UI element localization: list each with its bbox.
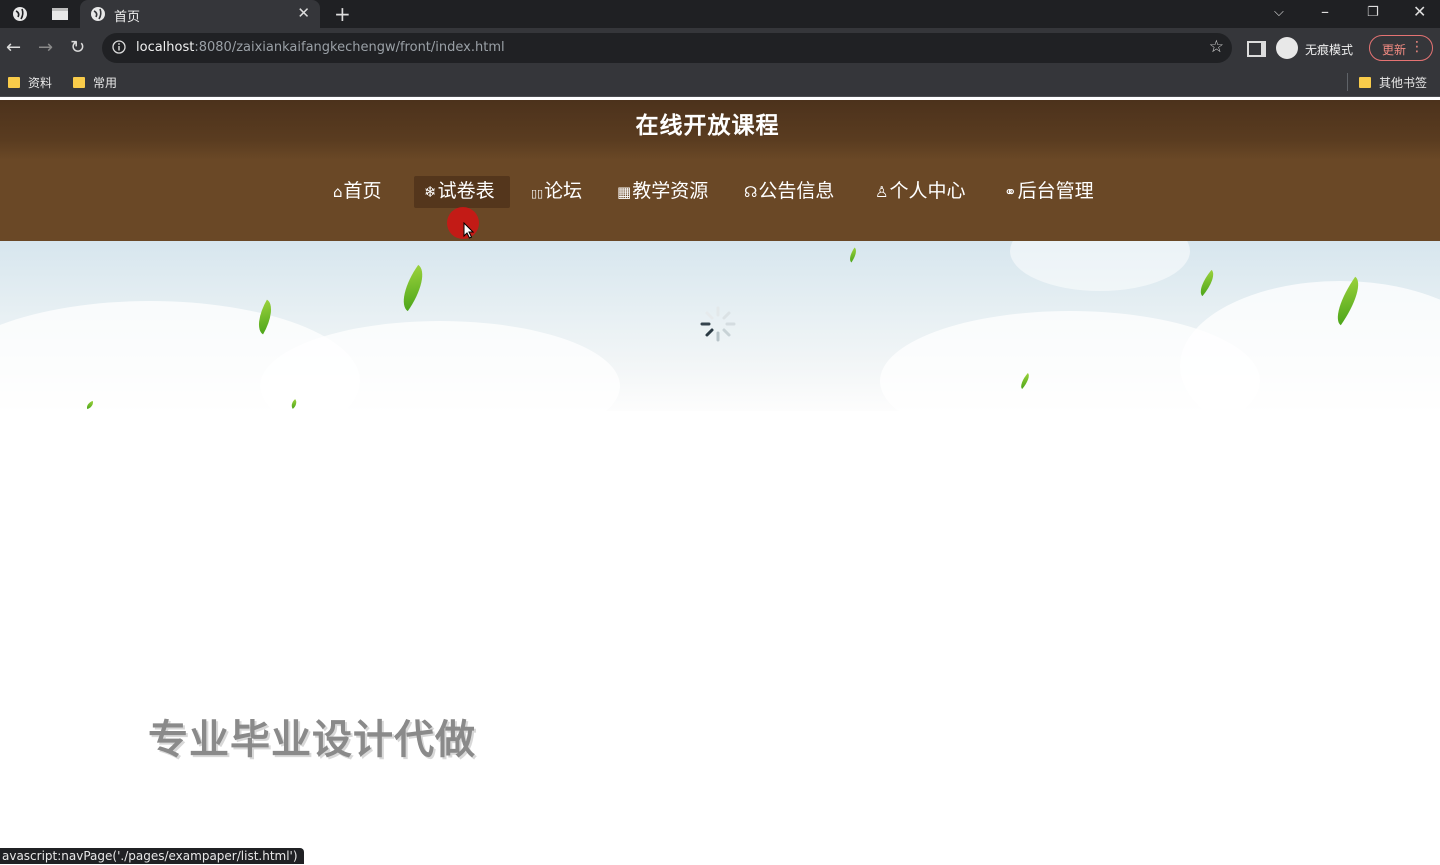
browser-tab-active[interactable]: 首页 ✕ (80, 0, 320, 28)
promo-text: 专业毕业设计代做 (148, 717, 476, 763)
folder-icon (8, 77, 20, 88)
nav-label: 首页 (343, 180, 382, 202)
hero-banner (0, 241, 1440, 411)
nav-label: 个人中心 (889, 180, 966, 202)
minimize-button[interactable]: – (1321, 2, 1329, 21)
snowflake-icon: ❄ (424, 183, 437, 201)
menu-dots-icon[interactable]: ⋮ (1410, 39, 1424, 55)
nav-label: 公告信息 (758, 180, 835, 202)
forum-icon: ▯▯ (531, 187, 544, 200)
main-nav: ⌂首页 ❄试卷表 ▯▯论坛 ▦教学资源 ☊公告信息 ♙个人中心 ⚭后台管理 (0, 176, 1440, 210)
home-icon: ⌂ (333, 183, 343, 201)
mouse-cursor-icon (463, 222, 475, 239)
globe-icon[interactable] (12, 6, 28, 22)
browser-toolbar: ← → ↻ localhost:8080/zaixiankaifangkeche… (0, 28, 1440, 68)
side-panel-icon[interactable] (1247, 41, 1266, 57)
cloud-shape (1010, 241, 1190, 291)
nav-label: 论坛 (544, 180, 583, 202)
bookmark-label: 资料 (28, 76, 53, 90)
bookmark-folder-changyong[interactable]: 常用 (73, 74, 117, 91)
address-bar[interactable]: localhost:8080/zaixiankaifangkechengw/fr… (102, 33, 1232, 63)
loading-spinner-icon (700, 306, 736, 342)
forward-button[interactable]: → (38, 37, 53, 58)
link-icon: ⚭ (1004, 183, 1017, 201)
restore-button[interactable]: ❐ (1367, 5, 1379, 20)
close-icon[interactable]: ✕ (297, 4, 310, 22)
folder-icon (73, 77, 85, 88)
chevron-down-icon[interactable]: ⌵ (1274, 5, 1284, 20)
update-button[interactable]: 更新 ⋮ (1369, 35, 1433, 61)
nav-item-admin[interactable]: ⚭后台管理 (994, 176, 1104, 208)
nav-item-exampaper[interactable]: ❄试卷表 (414, 176, 510, 208)
folder-icon (1359, 77, 1371, 88)
leaf-decoration (1194, 269, 1220, 297)
nav-item-notices[interactable]: ☊公告信息 (734, 176, 844, 208)
other-bookmarks-label: 其他书签 (1379, 76, 1428, 90)
info-icon[interactable] (112, 40, 126, 54)
star-icon[interactable]: ☆ (1209, 37, 1224, 57)
new-tab-button[interactable]: + (334, 2, 351, 26)
bookmark-folder-ziliao[interactable]: 资料 (8, 74, 52, 91)
link-status-bar: avascript:navPage('./pages/exampaper/lis… (0, 848, 304, 864)
leaf-decoration (393, 264, 433, 312)
nav-item-resources[interactable]: ▦教学资源 (607, 176, 718, 208)
bookmark-divider (1347, 73, 1348, 91)
reload-button[interactable]: ↻ (70, 37, 85, 58)
incognito-avatar[interactable] (1276, 37, 1298, 59)
other-bookmarks[interactable]: 其他书签 (1359, 74, 1427, 91)
url-text: localhost:8080/zaixiankaifangkechengw/fr… (136, 40, 505, 55)
globe-icon (91, 7, 105, 21)
update-label: 更新 (1382, 43, 1407, 57)
nav-item-home[interactable]: ⌂首页 (323, 176, 392, 208)
nav-label: 教学资源 (632, 180, 709, 202)
grid-icon: ▦ (617, 183, 632, 201)
user-icon: ♙ (875, 183, 889, 201)
nav-item-profile[interactable]: ♙个人中心 (865, 176, 975, 208)
cloud-shape (1180, 281, 1440, 411)
bookmark-label: 常用 (93, 76, 118, 90)
notice-icon: ☊ (744, 183, 758, 201)
site-header: 在线开放课程 ⌂首页 ❄试卷表 ▯▯论坛 ▦教学资源 ☊公告信息 ♙个人中心 ⚭… (0, 100, 1440, 241)
nav-label: 后台管理 (1017, 180, 1094, 202)
window-close-button[interactable]: ✕ (1413, 2, 1426, 21)
back-button[interactable]: ← (6, 37, 21, 58)
tab-search-icon[interactable] (51, 7, 69, 21)
incognito-label: 无痕模式 (1305, 43, 1354, 57)
nav-label: 试卷表 (437, 180, 495, 202)
tab-title: 首页 (114, 10, 141, 25)
site-title: 在线开放课程 (635, 113, 780, 139)
bookmarks-bar: 资料 常用 其他书签 (0, 68, 1440, 97)
browser-tabstrip: 首页 ✕ + ⌵ – ❐ ✕ (0, 0, 1440, 28)
nav-item-forum[interactable]: ▯▯论坛 (521, 176, 592, 208)
leaf-decoration (846, 247, 860, 263)
